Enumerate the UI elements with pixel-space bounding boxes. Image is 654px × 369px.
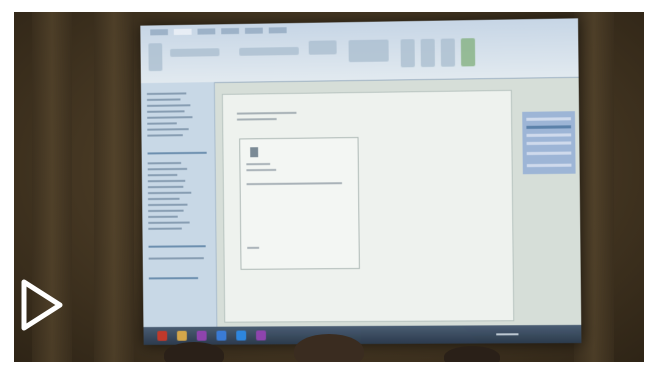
ribbon-group bbox=[348, 39, 389, 63]
ribbon-button bbox=[440, 38, 456, 67]
page-tabs-pane bbox=[522, 111, 576, 175]
ribbon-group bbox=[239, 46, 299, 56]
note-container bbox=[239, 137, 360, 270]
ribbon-button bbox=[148, 43, 163, 72]
wall-panel bbox=[94, 12, 134, 362]
ribbon-button bbox=[400, 39, 415, 68]
play-icon[interactable] bbox=[20, 279, 64, 331]
projected-screen bbox=[140, 18, 582, 345]
note-page bbox=[221, 89, 515, 323]
notebook-pane bbox=[140, 82, 218, 328]
ribbon-tabs bbox=[150, 27, 287, 39]
ribbon-button bbox=[420, 38, 435, 68]
ribbon-button bbox=[460, 38, 476, 67]
video-thumbnail[interactable] bbox=[0, 0, 654, 369]
audience-heads bbox=[14, 328, 644, 362]
video-frame[interactable] bbox=[14, 12, 644, 362]
ribbon-group bbox=[170, 48, 220, 57]
ribbon-group bbox=[308, 40, 337, 55]
ribbon bbox=[140, 18, 579, 85]
document-icon bbox=[250, 147, 259, 158]
